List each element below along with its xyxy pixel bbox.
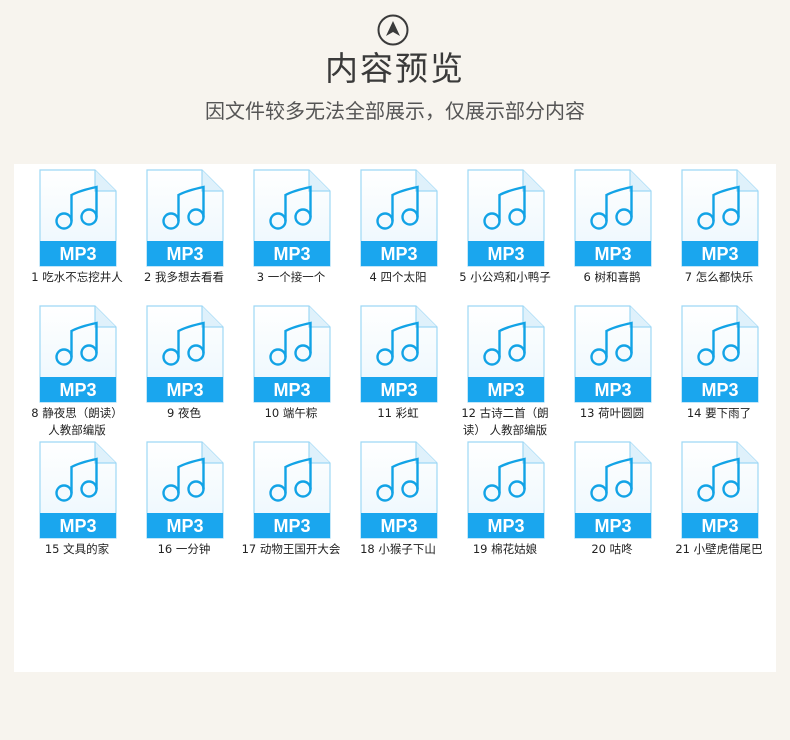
file-label: 18 小猴子下山	[360, 542, 436, 556]
file-item[interactable]: MP3 12 古诗二首（朗读） 人教部编版	[455, 305, 562, 441]
mp3-file-icon: MP3	[146, 169, 224, 267]
mp3-file-icon: MP3	[39, 169, 117, 267]
mp3-file-icon: MP3	[574, 169, 652, 267]
file-item[interactable]: MP3 20 咕咚	[562, 441, 669, 577]
file-type-text: MP3	[487, 516, 524, 536]
mp3-file-icon: MP3	[681, 441, 759, 539]
file-type-text: MP3	[273, 380, 310, 400]
file-label: 1 吃水不忘挖井人	[31, 270, 123, 284]
file-type-text: MP3	[380, 244, 417, 264]
file-type-text: MP3	[487, 380, 524, 400]
mp3-file-icon: MP3	[253, 305, 331, 403]
file-item[interactable]: MP3 16 一分钟	[134, 441, 241, 577]
file-type-text: MP3	[59, 380, 96, 400]
file-type-text: MP3	[701, 516, 738, 536]
file-type-text: MP3	[594, 380, 631, 400]
file-item[interactable]: MP3 7 怎么都快乐	[669, 169, 776, 305]
file-label: 7 怎么都快乐	[684, 270, 754, 284]
file-item[interactable]: MP3 17 动物王国开大会	[241, 441, 348, 577]
file-type-text: MP3	[594, 244, 631, 264]
file-label: 8 静夜思（朗读） 人教部编版	[31, 406, 123, 437]
file-label: 17 动物王国开大会	[241, 542, 341, 556]
file-item[interactable]: MP3 4 四个太阳	[348, 169, 455, 305]
file-label: 9 夜色	[167, 406, 201, 420]
mp3-file-icon: MP3	[146, 305, 224, 403]
mp3-file-icon: MP3	[360, 169, 438, 267]
page-subtitle: 因文件较多无法全部展示，仅展示部分内容	[205, 99, 585, 123]
mp3-file-icon: MP3	[467, 441, 545, 539]
mp3-file-icon: MP3	[574, 441, 652, 539]
file-type-text: MP3	[166, 380, 203, 400]
header: 内容预览 因文件较多无法全部展示，仅展示部分内容	[0, 0, 790, 160]
file-type-text: MP3	[380, 516, 417, 536]
file-item[interactable]: MP3 13 荷叶圆圆	[562, 305, 669, 441]
mp3-file-icon: MP3	[39, 305, 117, 403]
file-item[interactable]: MP3 18 小猴子下山	[348, 441, 455, 577]
file-type-text: MP3	[273, 244, 310, 264]
file-item[interactable]: MP3 21 小壁虎借尾巴	[669, 441, 776, 577]
mp3-file-icon: MP3	[467, 169, 545, 267]
file-type-text: MP3	[273, 516, 310, 536]
file-label: 11 彩虹	[377, 406, 419, 420]
mp3-file-icon: MP3	[574, 305, 652, 403]
file-type-text: MP3	[701, 244, 738, 264]
file-label: 15 文具的家	[44, 542, 110, 556]
file-item[interactable]: MP3 10 端午粽	[241, 305, 348, 441]
file-label: 16 一分钟	[157, 542, 211, 556]
file-label: 12 古诗二首（朗读） 人教部编版	[461, 406, 549, 437]
mp3-file-icon: MP3	[467, 305, 545, 403]
mp3-file-icon: MP3	[146, 441, 224, 539]
mp3-file-icon: MP3	[253, 169, 331, 267]
mp3-file-icon: MP3	[39, 441, 117, 539]
file-type-text: MP3	[701, 380, 738, 400]
file-type-text: MP3	[594, 516, 631, 536]
up-arrow-circle-icon[interactable]	[377, 14, 409, 46]
file-item[interactable]: MP3 9 夜色	[134, 305, 241, 441]
file-label: 14 要下雨了	[686, 406, 752, 420]
page-title: 内容预览	[325, 49, 465, 88]
file-item[interactable]: MP3 1 吃水不忘挖井人	[27, 169, 134, 305]
preview-panel: MP3 1 吃水不忘挖井人 MP3 2 我多想去看看 MP3 3 一个接一个 M…	[14, 164, 776, 672]
file-type-text: MP3	[59, 516, 96, 536]
mp3-file-icon: MP3	[360, 305, 438, 403]
file-type-text: MP3	[166, 244, 203, 264]
file-grid: MP3 1 吃水不忘挖井人 MP3 2 我多想去看看 MP3 3 一个接一个 M…	[27, 169, 776, 577]
file-label: 13 荷叶圆圆	[579, 406, 645, 420]
file-label: 21 小壁虎借尾巴	[675, 542, 763, 556]
file-type-text: MP3	[166, 516, 203, 536]
file-label: 20 咕咚	[591, 542, 633, 556]
file-item[interactable]: MP3 6 树和喜鹊	[562, 169, 669, 305]
file-label: 2 我多想去看看	[144, 270, 224, 284]
file-item[interactable]: MP3 2 我多想去看看	[134, 169, 241, 305]
file-label: 4 四个太阳	[369, 270, 427, 284]
file-label: 19 棉花姑娘	[472, 542, 538, 556]
file-type-text: MP3	[487, 244, 524, 264]
file-item[interactable]: MP3 11 彩虹	[348, 305, 455, 441]
file-type-text: MP3	[59, 244, 96, 264]
file-label: 10 端午粽	[264, 406, 318, 420]
file-item[interactable]: MP3 14 要下雨了	[669, 305, 776, 441]
file-type-text: MP3	[380, 380, 417, 400]
mp3-file-icon: MP3	[681, 305, 759, 403]
file-label: 6 树和喜鹊	[583, 270, 641, 284]
mp3-file-icon: MP3	[253, 441, 331, 539]
mp3-file-icon: MP3	[360, 441, 438, 539]
file-item[interactable]: MP3 3 一个接一个	[241, 169, 348, 305]
file-item[interactable]: MP3 5 小公鸡和小鸭子	[455, 169, 562, 305]
file-label: 5 小公鸡和小鸭子	[459, 270, 551, 284]
file-label: 3 一个接一个	[256, 270, 326, 284]
file-item[interactable]: MP3 8 静夜思（朗读） 人教部编版	[27, 305, 134, 441]
file-item[interactable]: MP3 19 棉花姑娘	[455, 441, 562, 577]
mp3-file-icon: MP3	[681, 169, 759, 267]
file-item[interactable]: MP3 15 文具的家	[27, 441, 134, 577]
